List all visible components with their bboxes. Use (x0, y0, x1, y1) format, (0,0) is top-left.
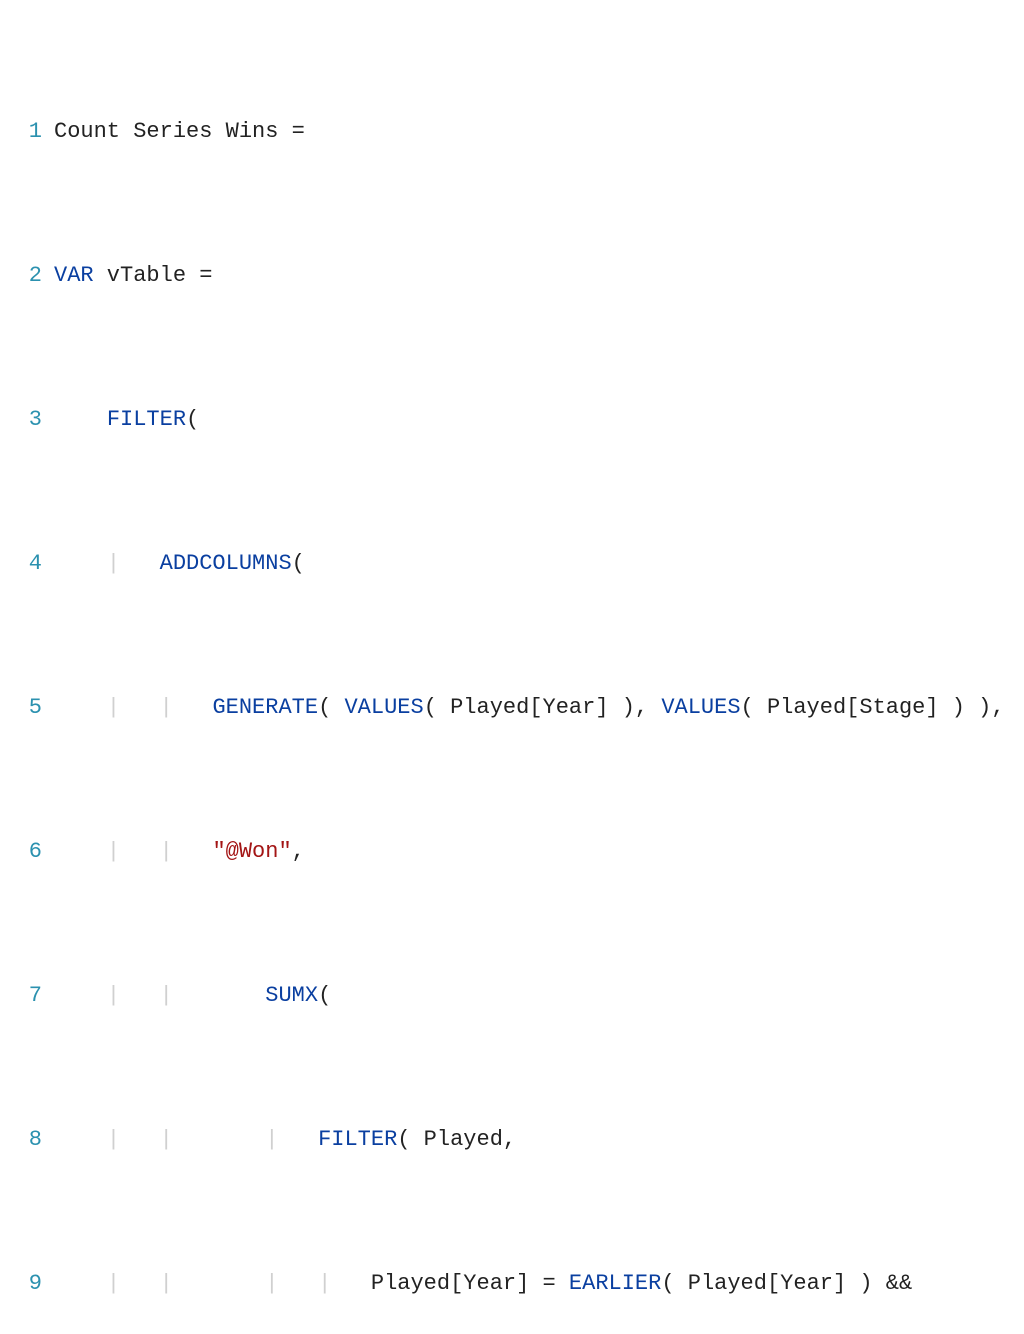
code-content[interactable]: | | GENERATE( VALUES( Played[Year] ), VA… (54, 690, 1024, 726)
line-number: 7 (0, 978, 54, 1014)
line-number: 3 (0, 402, 54, 438)
function[interactable]: FILTER (107, 407, 186, 432)
indent (212, 1271, 265, 1296)
code-line[interactable]: 5 | | GENERATE( VALUES( Played[Year] ), … (0, 690, 1024, 726)
code-content[interactable]: | | | | Played[Year] = EARLIER( Played[Y… (54, 1266, 1024, 1302)
function[interactable]: VALUES (661, 695, 740, 720)
line-number: 5 (0, 690, 54, 726)
indent-guide: | (107, 1127, 160, 1152)
token[interactable]: ( (292, 551, 305, 576)
token[interactable]: ( Played[Year] ), (424, 695, 662, 720)
keyword[interactable]: VAR (54, 263, 94, 288)
indent-guide: | (107, 839, 160, 864)
code-line[interactable]: 4 | ADDCOLUMNS( (0, 546, 1024, 582)
token[interactable]: ( (186, 407, 199, 432)
line-number: 1 (0, 114, 54, 150)
code-content[interactable]: VAR vTable = (54, 258, 1024, 294)
token[interactable]: ( Played, (397, 1127, 516, 1152)
indent (54, 1271, 107, 1296)
function[interactable]: FILTER (318, 1127, 397, 1152)
code-line[interactable]: 7 | | SUMX( (0, 978, 1024, 1014)
code-content[interactable]: | | SUMX( (54, 978, 1024, 1014)
indent (54, 695, 107, 720)
code-line[interactable]: 1 Count Series Wins = (0, 114, 1024, 150)
line-number: 9 (0, 1266, 54, 1302)
code-content[interactable]: | | "@Won", (54, 834, 1024, 870)
line-number: 8 (0, 1122, 54, 1158)
indent (212, 983, 265, 1008)
token[interactable]: Count Series Wins = (54, 119, 305, 144)
indent-guide: | (160, 695, 213, 720)
indent-guide: | (107, 551, 160, 576)
code-content[interactable]: Count Series Wins = (54, 114, 1024, 150)
indent-guide: | (265, 1271, 318, 1296)
indent-guide: | (160, 839, 213, 864)
indent (54, 407, 107, 432)
indent-guide: | (265, 1127, 318, 1152)
indent-guide: | (160, 983, 213, 1008)
code-line[interactable]: 2 VAR vTable = (0, 258, 1024, 294)
indent (54, 1127, 107, 1152)
indent-guide: | (107, 695, 160, 720)
indent (212, 1127, 265, 1152)
code-content[interactable]: | ADDCOLUMNS( (54, 546, 1024, 582)
function[interactable]: SUMX (265, 983, 318, 1008)
code-content[interactable]: | | | FILTER( Played, (54, 1122, 1024, 1158)
line-number: 6 (0, 834, 54, 870)
function[interactable]: GENERATE (212, 695, 318, 720)
token[interactable]: Played[Year] = (371, 1271, 569, 1296)
code-line[interactable]: 8 | | | FILTER( Played, (0, 1122, 1024, 1158)
token[interactable]: ( Played[Stage] ) ), (741, 695, 1005, 720)
token[interactable]: ( (318, 695, 344, 720)
function[interactable]: EARLIER (569, 1271, 661, 1296)
indent-guide: | (107, 983, 160, 1008)
function[interactable]: VALUES (344, 695, 423, 720)
token[interactable]: ( (318, 983, 331, 1008)
code-line[interactable]: 9 | | | | Played[Year] = EARLIER( Played… (0, 1266, 1024, 1302)
indent (54, 839, 107, 864)
indent-guide: | (107, 1271, 160, 1296)
function[interactable]: ADDCOLUMNS (160, 551, 292, 576)
code-line[interactable]: 6 | | "@Won", (0, 834, 1024, 870)
indent-guide: | (318, 1271, 371, 1296)
token[interactable]: ( Played[Year] ) && (661, 1271, 912, 1296)
string[interactable]: "@Won" (212, 839, 291, 864)
dax-editor[interactable]: 1 Count Series Wins = 2 VAR vTable = 3 F… (0, 0, 1024, 667)
indent-guide: | (160, 1127, 213, 1152)
token[interactable]: , (292, 839, 305, 864)
line-number: 2 (0, 258, 54, 294)
indent (54, 551, 107, 576)
line-number: 4 (0, 546, 54, 582)
token[interactable]: vTable = (94, 263, 213, 288)
code-content[interactable]: FILTER( (54, 402, 1024, 438)
code-line[interactable]: 3 FILTER( (0, 402, 1024, 438)
indent (54, 983, 107, 1008)
indent-guide: | (160, 1271, 213, 1296)
